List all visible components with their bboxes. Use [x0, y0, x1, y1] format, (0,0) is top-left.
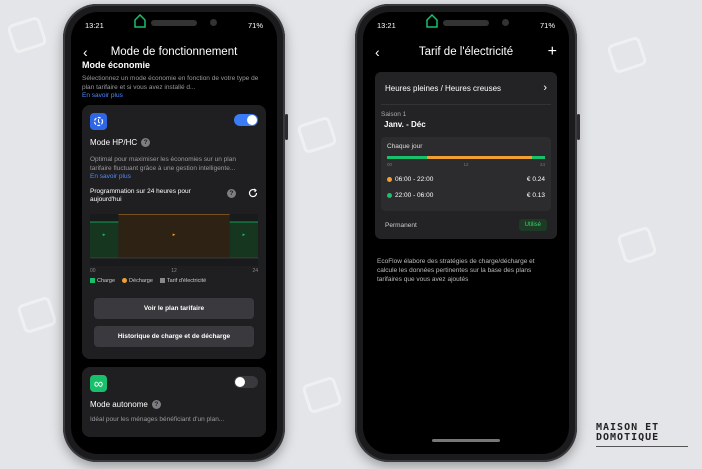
- camera: [210, 19, 217, 26]
- background-pattern-tile: [16, 295, 58, 335]
- season-label: Saison 1: [381, 111, 407, 118]
- permanence-label: Permanent: [385, 221, 417, 229]
- status-battery: 71%: [539, 20, 555, 30]
- autonomous-toggle[interactable]: [234, 376, 258, 388]
- season-block: Saison 1 Janv. - Déc: [375, 105, 557, 129]
- rate-color-dot: [387, 176, 392, 182]
- footer-note: EcoFlow élabore des stratégies de charge…: [377, 258, 535, 283]
- page-title: Mode de fonctionnement: [110, 46, 238, 58]
- background-pattern-tile: [301, 375, 343, 415]
- header: ‹ Tarif de l'électricité +: [363, 42, 569, 62]
- axis-tick: 12: [171, 268, 177, 274]
- plan-name: Heures pleines / Heures creuses: [385, 83, 502, 93]
- background-pattern-tile: [606, 35, 648, 75]
- view-plan-button[interactable]: Voir le plan tarifaire: [94, 298, 254, 319]
- autonomous-card: ∞ Mode autonome ? Idéal pour les ménages…: [82, 367, 266, 437]
- rate-row: 22:00 - 06:00 € 0.13: [387, 192, 545, 199]
- site-logo: MAISON ET DOMOTIQUE: [596, 423, 688, 447]
- rate-row: 06:00 - 22:00 € 0.24: [387, 176, 545, 183]
- svg-text:▸: ▸: [242, 232, 245, 238]
- timeline-peak-segment: [426, 156, 532, 159]
- back-icon[interactable]: ‹: [83, 44, 88, 60]
- daily-schedule: Chaque jour 00 12 24 06:00 - 22:00 € 0.2…: [381, 137, 551, 211]
- home-indicator: [432, 439, 500, 442]
- rate-price: € 0.13: [526, 192, 545, 199]
- logo-line-2: DOMOTIQUE: [596, 432, 660, 443]
- schedule-row: Programmation sur 24 heures pour aujourd…: [90, 188, 258, 204]
- timeline-offpeak-segment: [387, 156, 427, 159]
- plan-footer-row: Permanent Utilisé: [375, 211, 557, 239]
- legend-item-tariff: Tarif d'électricité: [159, 278, 206, 284]
- help-icon[interactable]: ?: [151, 400, 161, 409]
- axis-tick: 12: [463, 162, 469, 167]
- status-battery: 71%: [247, 20, 263, 30]
- autonomous-title-row: Mode autonome ?: [90, 400, 258, 409]
- plan-header-row[interactable]: Heures pleines / Heures creuses ›: [375, 72, 557, 104]
- section-description: Sélectionnez un mode économie en fonctio…: [82, 75, 259, 91]
- schedule-help-icon[interactable]: ?: [227, 188, 236, 198]
- page-title: Tarif de l'électricité: [418, 46, 514, 58]
- learn-more-link[interactable]: En savoir plus: [82, 92, 266, 99]
- section-heading: Mode économie: [82, 60, 151, 70]
- infinity-icon: ∞: [90, 375, 107, 392]
- axis-tick: 24: [539, 162, 545, 167]
- axis-tick: 00: [387, 162, 393, 167]
- legend-item-discharge: Décharge: [122, 278, 153, 284]
- status-badge: Utilisé: [518, 219, 547, 231]
- frequency-label: Chaque jour: [387, 143, 423, 150]
- tariff-timeline: [387, 156, 545, 159]
- schedule-graph: ▸ ▸ ▸: [90, 213, 258, 266]
- svg-text:▸: ▸: [173, 232, 176, 238]
- help-icon[interactable]: ?: [141, 138, 151, 147]
- background-pattern-tile: [616, 225, 658, 265]
- graph-legend: Charge Décharge Tarif d'électricité: [90, 278, 258, 284]
- chevron-right-icon: ›: [543, 82, 547, 94]
- rate-color-dot: [387, 192, 392, 198]
- hp-hc-title: Mode HP/HC: [90, 138, 138, 147]
- camera: [502, 19, 509, 26]
- background-pattern-tile: [6, 15, 48, 55]
- status-time: 13:21: [85, 20, 104, 30]
- phone-screen: 13:21 71% ‹ Tarif de l'électricité + Heu…: [363, 12, 569, 454]
- left-phone: 13:21 71% ‹ Mode de fonctionnement Mode …: [63, 4, 288, 462]
- graph-axis: 00 12 24: [90, 268, 258, 274]
- hp-hc-card: Mode HP/HC ? Optimal pour maximiser les …: [82, 105, 266, 359]
- header: ‹ Mode de fonctionnement: [71, 42, 277, 62]
- timeline-axis: 00 12 24: [387, 162, 545, 167]
- home-app-icon: [426, 14, 438, 28]
- hp-hc-mode-icon: [90, 113, 107, 130]
- timeline-offpeak-segment: [531, 156, 545, 159]
- phone-screen: 13:21 71% ‹ Mode de fonctionnement Mode …: [71, 12, 277, 454]
- autonomous-description: Idéal pour les ménages bénéficiant d'un …: [90, 416, 225, 423]
- rate-price: € 0.24: [526, 176, 545, 183]
- hp-hc-toggle[interactable]: [234, 114, 258, 126]
- schedule-chart: ▸ ▸ ▸: [90, 213, 258, 259]
- main-content: Mode économie Sélectionnez un mode écono…: [82, 60, 266, 454]
- add-icon[interactable]: +: [548, 43, 557, 61]
- hp-hc-learn-more-link[interactable]: En savoir plus: [90, 173, 258, 180]
- home-app-icon: [134, 14, 146, 28]
- status-time: 13:21: [377, 20, 396, 30]
- back-icon[interactable]: ‹: [375, 44, 380, 60]
- tariff-plan-card[interactable]: Heures pleines / Heures creuses › Saison…: [375, 72, 557, 239]
- power-button: [285, 114, 288, 140]
- legend-item-charge: Charge: [90, 278, 115, 284]
- speaker-notch: [151, 20, 197, 26]
- logo-underline: [596, 446, 688, 447]
- speaker-notch: [443, 20, 489, 26]
- power-button: [577, 114, 580, 140]
- svg-text:▸: ▸: [103, 232, 106, 238]
- axis-tick: 00: [90, 268, 96, 274]
- axis-tick: 24: [252, 268, 258, 274]
- history-button[interactable]: Historique de charge et de décharge: [94, 326, 254, 347]
- season-range: Janv. - Déc: [384, 120, 426, 129]
- hp-hc-title-row: Mode HP/HC ?: [90, 138, 258, 147]
- schedule-label: Programmation sur 24 heures pour aujourd…: [90, 188, 191, 203]
- background-pattern-tile: [296, 115, 338, 155]
- refresh-icon[interactable]: [248, 188, 258, 198]
- hp-hc-description: Optimal pour maximiser les économies sur…: [90, 156, 236, 172]
- autonomous-title: Mode autonome: [90, 400, 148, 409]
- right-phone: 13:21 71% ‹ Tarif de l'électricité + Heu…: [355, 4, 580, 462]
